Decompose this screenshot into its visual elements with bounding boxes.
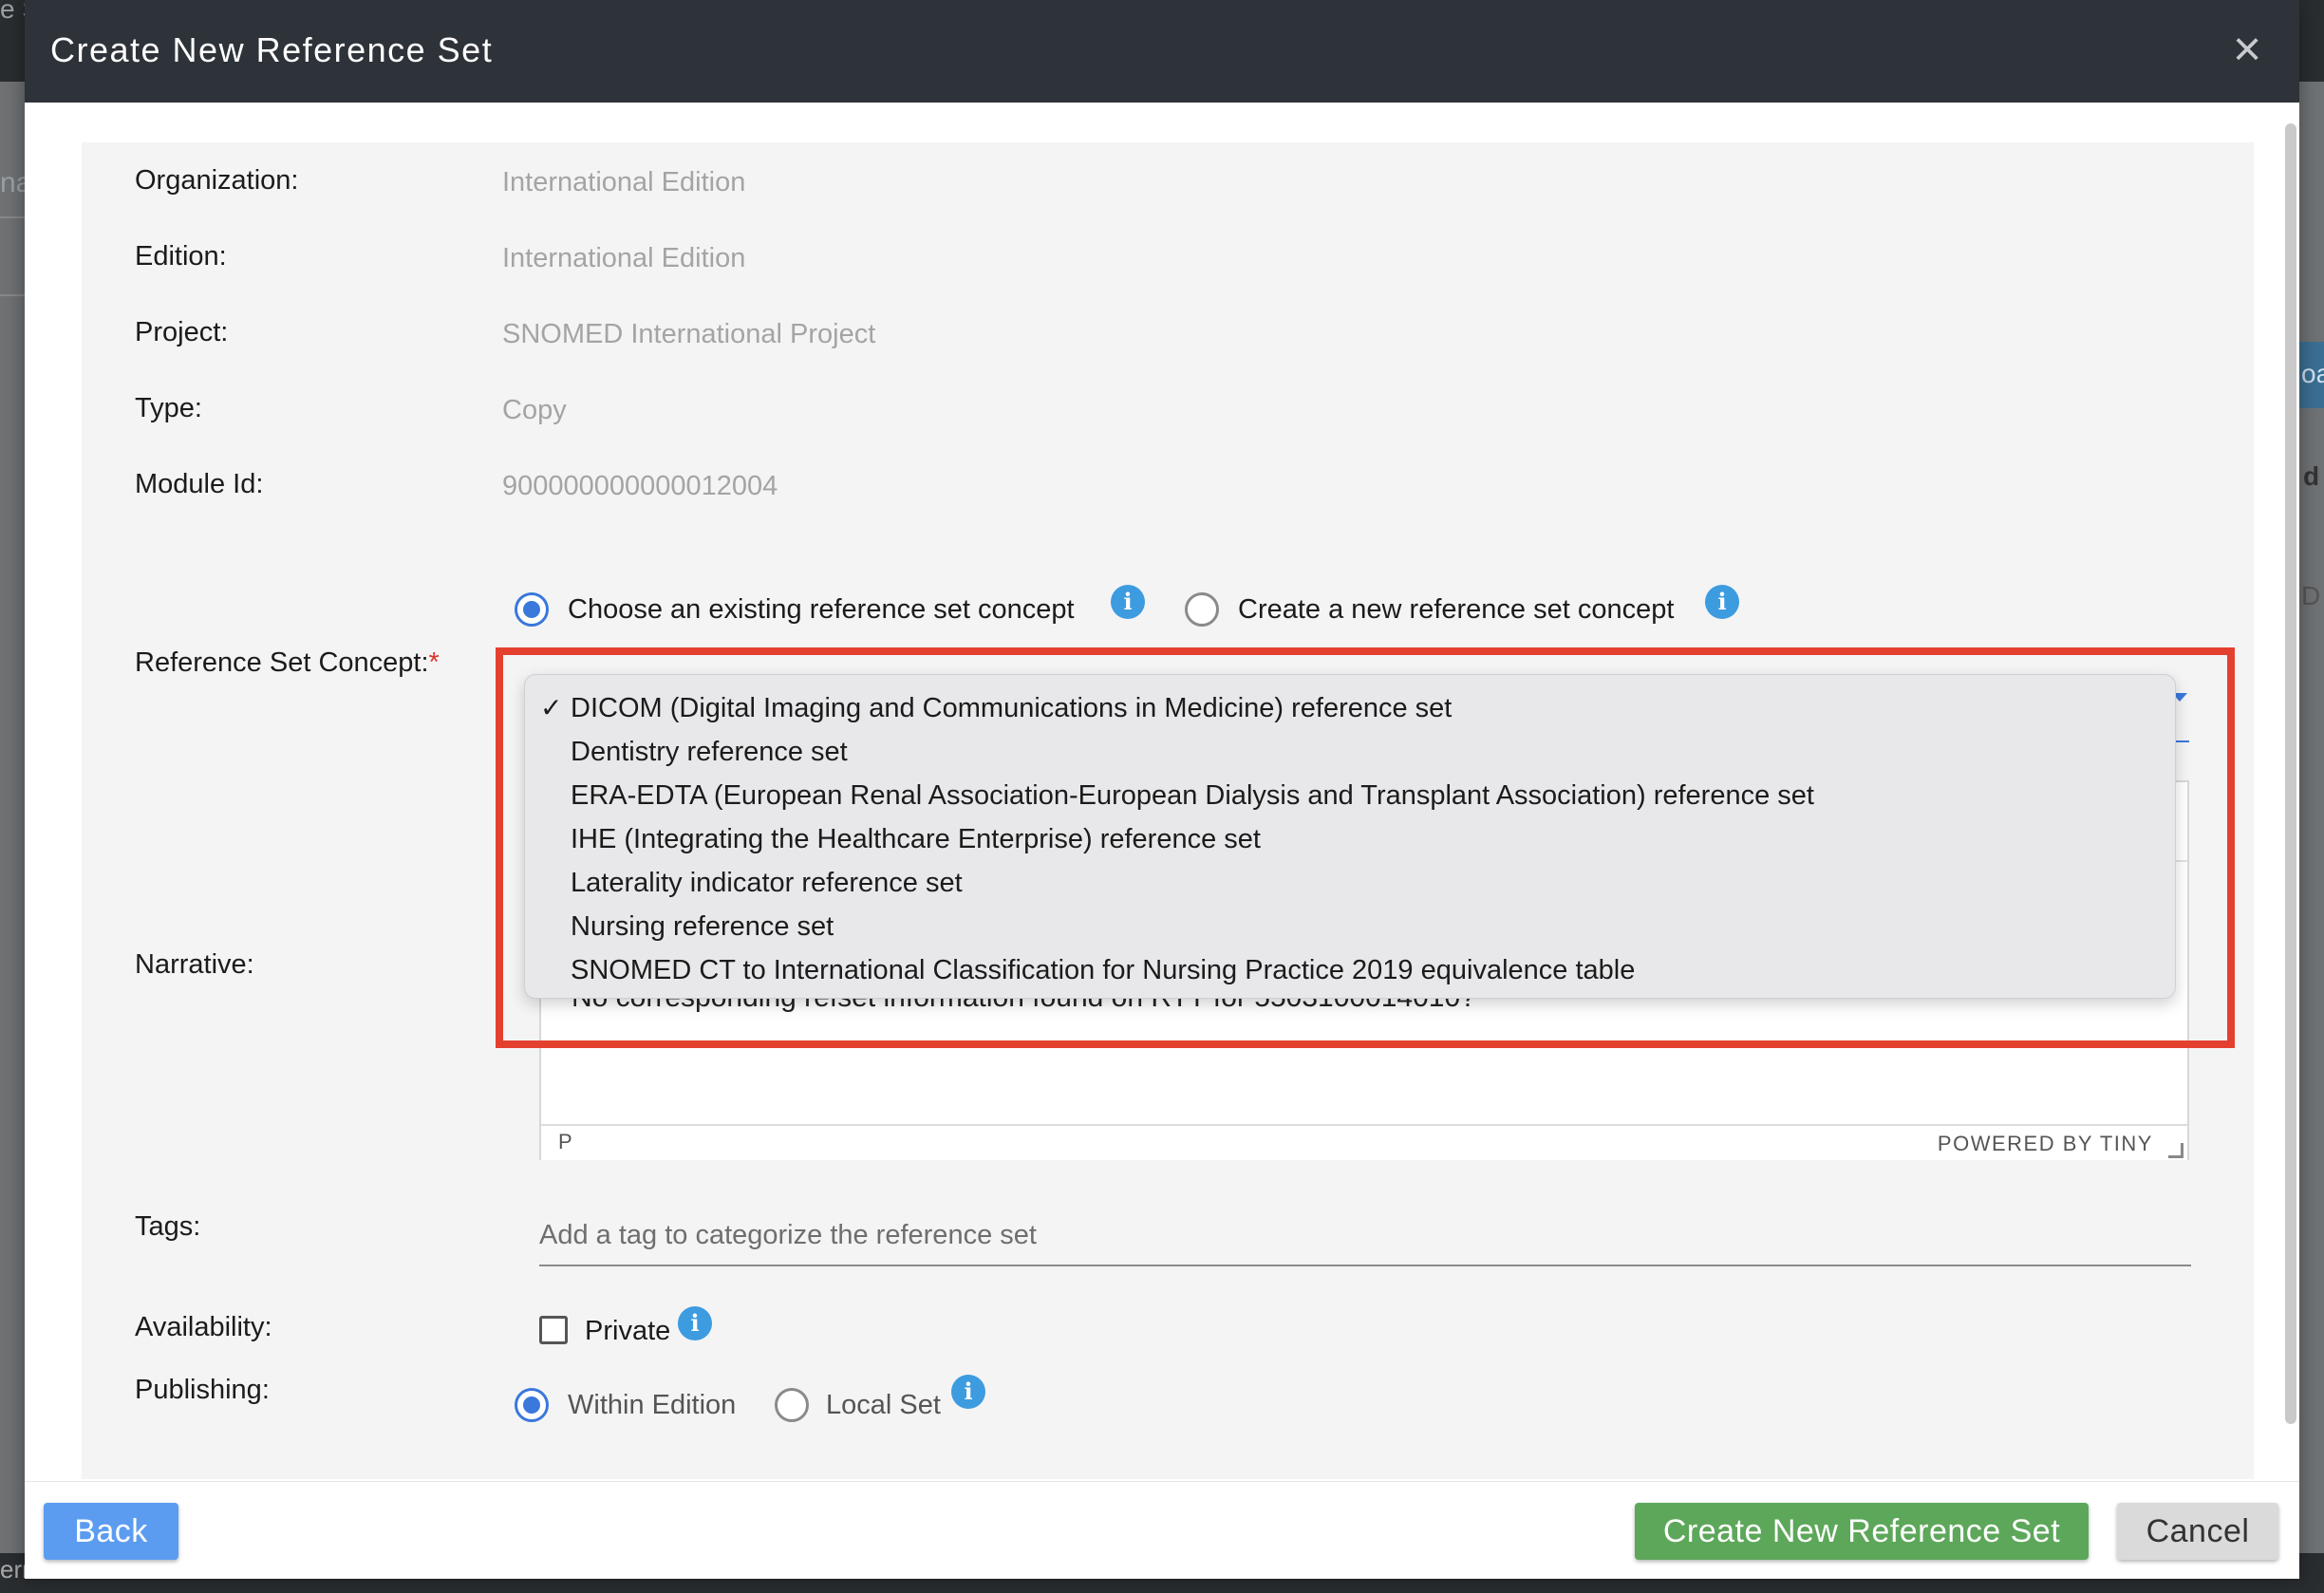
existing-concept-label[interactable]: Choose an existing reference set concept [568,594,1075,626]
organization-value: International Edition [502,167,746,197]
dialog-footer: Back Create New Reference Set Cancel [25,1481,2299,1579]
info-icon[interactable]: i [1705,585,1739,619]
dropdown-option-label: SNOMED CT to International Classificatio… [571,955,1636,985]
background-fragment: oa [2301,359,2324,388]
availability-label: Availability: [135,1312,272,1342]
dropdown-option-label: IHE (Integrating the Healthcare Enterpri… [571,824,1261,854]
within-edition-label[interactable]: Within Edition [568,1390,736,1421]
reference-set-concept-label: Reference Set Concept:* [135,647,440,678]
info-icon[interactable]: i [1111,585,1145,619]
editor-branding[interactable]: POWERED BY TINY [1938,1132,2153,1156]
private-label[interactable]: Private [585,1316,670,1347]
create-reference-set-button[interactable]: Create New Reference Set [1635,1503,2089,1560]
reference-set-concept-dropdown[interactable]: ✓ DICOM (Digital Imaging and Communicati… [524,674,2176,999]
dropdown-option-label: Nursing reference set [571,911,834,942]
edition-label: Edition: [135,241,227,272]
info-icon[interactable]: i [678,1306,712,1340]
edition-value: International Edition [502,243,746,273]
background-divider [0,216,25,218]
scrollbar-thumb[interactable] [2285,123,2296,1424]
organization-label: Organization: [135,165,299,196]
required-mark: * [428,647,440,678]
resize-handle-icon[interactable] [2168,1143,2183,1158]
info-icon[interactable]: i [951,1375,985,1409]
type-label: Type: [135,393,202,423]
close-icon[interactable]: × [2223,25,2271,74]
private-checkbox[interactable] [539,1316,568,1344]
module-id-label: Module Id: [135,469,264,499]
project-label: Project: [135,317,229,347]
module-id-value: 900000000000012004 [502,471,778,501]
tags-input[interactable] [539,1206,2191,1266]
background-fragment: D [2301,581,2321,610]
dropdown-option-label: Dentistry reference set [571,737,848,767]
dropdown-option[interactable]: ERA-EDTA (European Renal Association-Eur… [525,774,2175,817]
new-concept-radio[interactable] [1185,592,1219,627]
dropdown-option-label: DICOM (Digital Imaging and Communication… [571,693,1452,723]
background-fragment: d [2303,461,2320,491]
editor-element-path[interactable]: P [558,1130,572,1154]
narrative-label: Narrative: [135,949,254,980]
type-value: Copy [502,395,567,425]
tags-label: Tags: [135,1211,201,1242]
dropdown-option[interactable]: Laterality indicator reference set [525,861,2175,905]
existing-concept-radio[interactable] [515,592,549,627]
dropdown-option[interactable]: Dentistry reference set [525,730,2175,774]
dropdown-option-label: ERA-EDTA (European Renal Association-Eur… [571,780,1814,811]
new-concept-label[interactable]: Create a new reference set concept [1238,594,1674,626]
project-value: SNOMED International Project [502,319,876,349]
create-reference-set-dialog: Create New Reference Set × Organization:… [25,0,2299,1579]
checkmark-icon: ✓ [540,693,563,722]
cancel-button[interactable]: Cancel [2117,1503,2278,1560]
dialog-header: Create New Reference Set × [25,0,2299,103]
back-button[interactable]: Back [44,1503,178,1560]
local-set-radio[interactable] [775,1388,809,1422]
dropdown-option[interactable]: SNOMED CT to International Classificatio… [525,948,2175,992]
dropdown-option[interactable]: ✓ DICOM (Digital Imaging and Communicati… [525,686,2175,730]
dialog-scrollbar[interactable] [2284,123,2297,1424]
background-divider [0,294,25,296]
dropdown-option-label: Laterality indicator reference set [571,868,963,898]
dialog-title: Create New Reference Set [50,30,494,69]
publishing-label: Publishing: [135,1375,270,1405]
dropdown-option[interactable]: Nursing reference set [525,905,2175,948]
local-set-label[interactable]: Local Set [826,1390,941,1421]
within-edition-radio[interactable] [515,1388,549,1422]
dropdown-option[interactable]: IHE (Integrating the Healthcare Enterpri… [525,817,2175,861]
editor-statusbar: P POWERED BY TINY [541,1124,2187,1160]
